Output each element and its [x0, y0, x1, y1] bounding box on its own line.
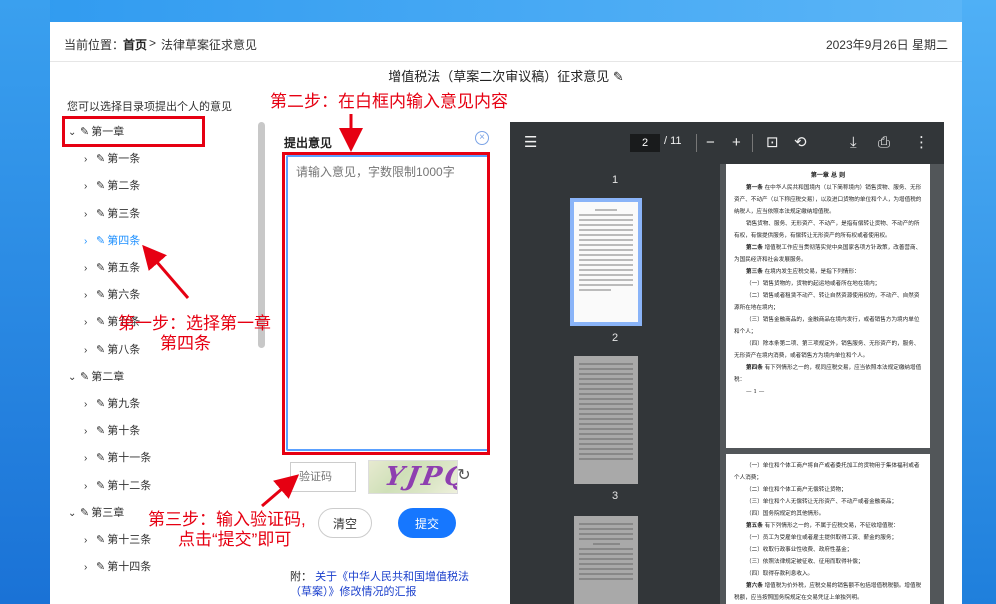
arrow-step3: [261, 474, 300, 508]
arrow-step1: [142, 244, 190, 299]
background-top: [0, 0, 996, 22]
background-left: [0, 0, 50, 604]
page-container: 当前位置： 首页 > 法律草案征求意见 2023年9月26日 星期二 增值税法（…: [50, 22, 962, 604]
background-right: [962, 0, 996, 604]
annotation-arrows: [142, 114, 363, 508]
